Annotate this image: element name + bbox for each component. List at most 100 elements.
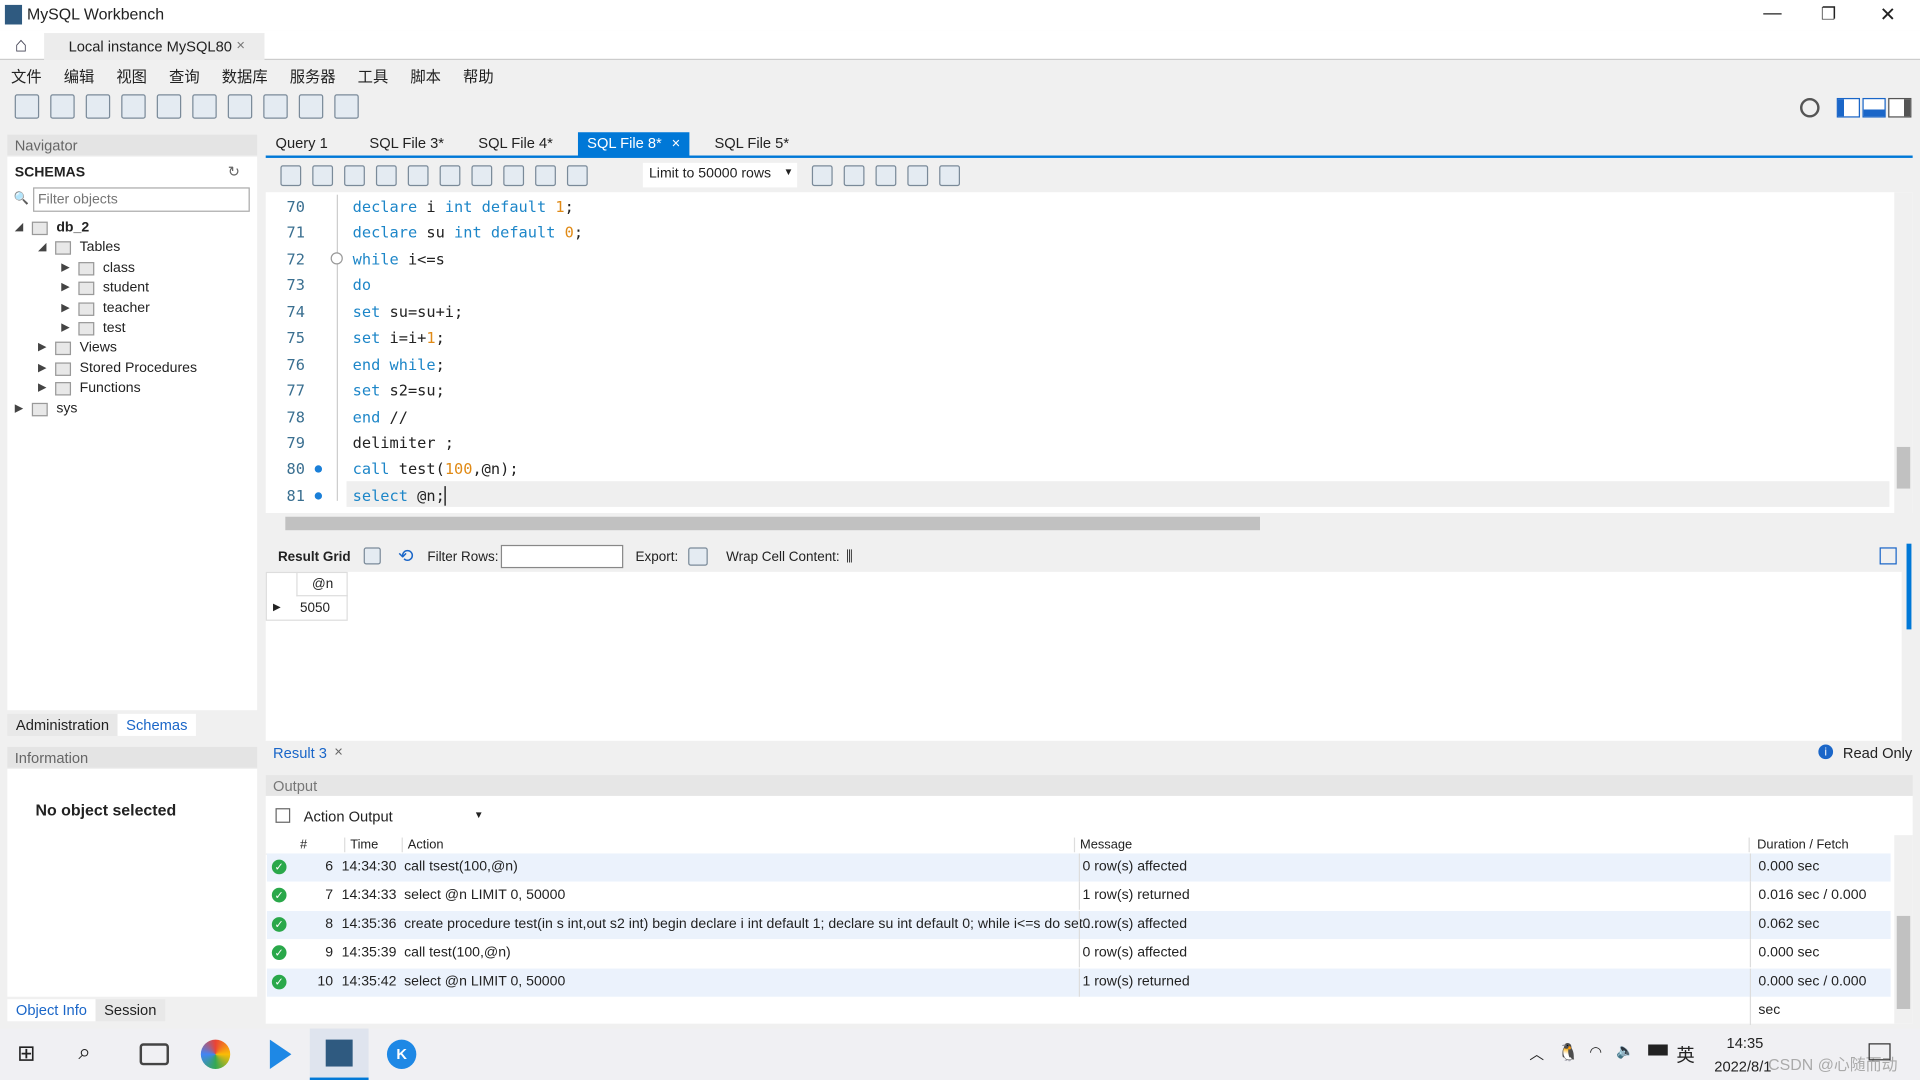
autocommit-icon[interactable] [566,165,588,187]
clock-time[interactable]: 14:35 [1727,1035,1764,1052]
create-schema-icon[interactable] [121,94,146,119]
output-row[interactable]: ✓ 8 14:35:36 create procedure test(in s int… [266,911,1891,940]
refresh-icon[interactable]: ↻ [228,163,240,180]
ime-indicator[interactable]: 英 [1676,1042,1694,1068]
tree-item[interactable]: ▶ teacher [7,299,257,319]
home-icon[interactable]: ⌂ [15,33,28,57]
menu-item[interactable]: 视图 [105,61,158,86]
find-icon[interactable] [875,165,897,187]
menu-item[interactable]: 工具 [347,61,400,86]
code-line[interactable]: 73 do [266,272,1882,298]
col-duration[interactable]: Duration / Fetch [1748,837,1849,853]
code-line[interactable]: 75 set i=i+1; [266,325,1882,351]
col-time[interactable]: Time [344,837,378,853]
refresh-icon[interactable]: ⟲ [398,545,413,567]
filter-objects-input[interactable] [33,187,250,212]
code-line[interactable]: 80 call test(100,@n); [266,456,1882,482]
tab-result-3[interactable]: Result 3 [273,744,327,761]
collapsed-arrow-icon[interactable]: ▶ [38,361,46,374]
close-icon[interactable]: × [334,743,343,760]
sql-editor[interactable]: 70 declare i int default 1; 71 declare su i… [265,192,1913,514]
copy-icon[interactable] [275,808,291,823]
collapsed-arrow-icon[interactable]: ▶ [61,261,69,274]
code-line[interactable]: 74 set su=su+i; [266,298,1882,324]
camera-app-icon[interactable] [139,1043,169,1066]
result-panel-toggle-icon[interactable] [1879,547,1897,565]
tree-item[interactable]: ▶ Stored Procedures [7,360,257,380]
result-cell[interactable]: 5050 [300,598,330,620]
tree-item[interactable]: ▶ sys [7,400,257,420]
code-line[interactable]: 78 end // [266,403,1882,429]
col-action[interactable]: Action [401,837,443,853]
menu-item[interactable]: 服务器 [279,61,347,86]
tab-schemas[interactable]: Schemas [117,713,196,736]
h-scrollbar-thumb[interactable] [285,516,1261,531]
create-table-icon[interactable] [156,94,182,119]
rollback-icon[interactable] [535,165,556,187]
search-icon[interactable]: ⌕ [78,1040,90,1066]
minimize-button[interactable]: — [1763,2,1781,23]
expanded-arrow-icon[interactable]: ◢ [38,240,46,253]
invisible-chars-icon[interactable] [907,165,929,187]
execute-current-icon[interactable] [375,165,397,187]
code-line[interactable]: 72 while i<=s [266,246,1882,272]
tree-item[interactable]: ▶ Views [7,340,257,360]
horizontal-scrollbar[interactable] [265,513,1894,534]
column-header[interactable]: @n [296,571,348,597]
close-icon[interactable]: × [236,37,245,54]
editor-tab[interactable]: SQL File 8* × [577,132,690,157]
menu-item[interactable]: 脚本 [399,61,452,86]
fold-toggle-icon[interactable] [330,252,343,265]
restore-button[interactable]: ❐ [1821,4,1836,25]
menu-item[interactable]: 文件 [0,61,53,86]
collapsed-arrow-icon[interactable]: ▶ [38,341,46,354]
close-icon[interactable]: × [672,135,681,152]
inspector-icon[interactable] [85,94,111,119]
toggle-output-icon[interactable] [1862,97,1886,118]
col-message[interactable]: Message [1073,837,1132,853]
create-procedure-icon[interactable] [227,94,253,119]
collapsed-arrow-icon[interactable]: ▶ [61,301,69,314]
battery-icon[interactable] [1648,1044,1668,1056]
collapsed-arrow-icon[interactable]: ▶ [61,321,69,334]
tab-session[interactable]: Session [95,999,165,1022]
scrollbar-thumb[interactable] [1896,446,1911,489]
tree-item[interactable]: ▶ test [7,320,257,340]
notifications-icon[interactable] [1868,1043,1891,1061]
wrap-icon[interactable]: ⫼ [846,547,853,565]
save-icon[interactable] [312,165,334,187]
grid-view-icon[interactable] [363,547,381,565]
code-line[interactable]: 71 declare su int default 0; [266,220,1882,246]
code-line[interactable]: 79 delimiter ; [266,430,1882,456]
menu-item[interactable]: 查询 [158,61,211,86]
show-hidden-icons[interactable]: ︿ [1529,1043,1544,1064]
tab-administration[interactable]: Administration [7,713,118,736]
feishu-app-icon[interactable] [269,1039,292,1069]
word-wrap-icon[interactable] [939,165,961,187]
code-line[interactable]: 70 declare i int default 1; [266,193,1882,219]
output-type-select[interactable]: Action Output ▼ [300,806,486,828]
new-sql-tab-icon[interactable] [14,94,40,119]
output-row[interactable]: ✓ 10 14:35:42 select @n LIMIT 0, 50000 1 row… [266,968,1891,1025]
create-function-icon[interactable] [263,94,288,119]
search-table-data-icon[interactable] [298,94,324,119]
tab-object-info[interactable]: Object Info [7,999,96,1022]
code-line[interactable]: 77 set s2=su; [266,377,1882,403]
qq-icon[interactable]: 🐧 [1558,1042,1579,1063]
output-scrollbar-thumb[interactable] [1896,915,1911,1009]
stop-icon[interactable] [439,165,461,187]
col-number[interactable]: # [300,838,307,853]
toggle-error-stop-icon[interactable] [471,165,493,187]
tree-item[interactable]: ▶ class [7,259,257,279]
tree-item[interactable]: ▶ Functions [7,380,257,400]
export-icon[interactable] [688,547,708,566]
add-snippet-icon[interactable] [811,165,833,187]
collapsed-arrow-icon[interactable]: ▶ [61,281,69,294]
wifi-icon[interactable]: ◠ [1589,1043,1602,1060]
expanded-arrow-icon[interactable]: ◢ [15,220,23,233]
editor-tab[interactable]: SQL File 3* [360,132,454,156]
editor-tab[interactable]: SQL File 4* [469,132,563,156]
tree-item[interactable]: ◢ Tables [7,239,257,259]
toggle-sidebar-icon[interactable] [1836,97,1861,118]
workbench-taskbar-item[interactable] [309,1028,369,1080]
